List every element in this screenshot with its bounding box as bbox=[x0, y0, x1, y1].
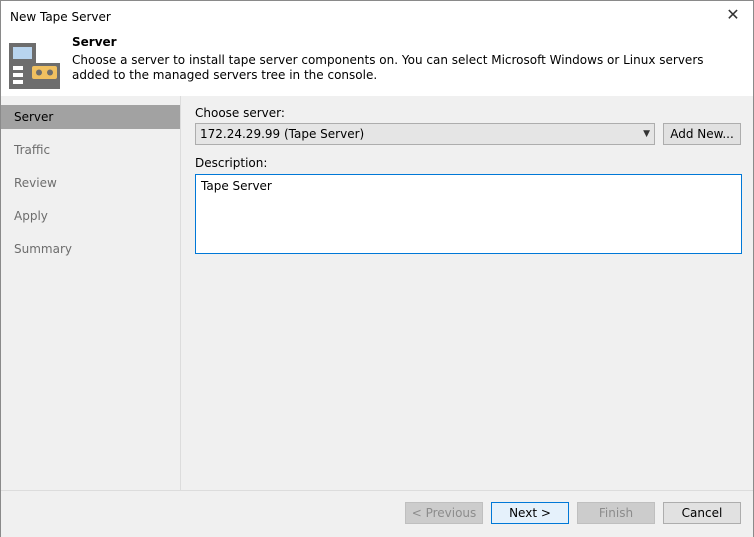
tape-server-icon bbox=[9, 43, 60, 89]
wizard-steps: Server Traffic Review Apply Summary bbox=[1, 96, 181, 490]
new-tape-server-dialog: New Tape Server ✕ Server Choose a server… bbox=[0, 0, 754, 537]
close-icon[interactable]: ✕ bbox=[723, 5, 743, 24]
step-summary[interactable]: Summary bbox=[1, 237, 180, 261]
header-description: Choose a server to install tape server c… bbox=[72, 53, 704, 82]
step-server[interactable]: Server bbox=[1, 105, 180, 129]
previous-button[interactable]: < Previous bbox=[405, 502, 483, 524]
step-review[interactable]: Review bbox=[1, 171, 180, 195]
step-traffic[interactable]: Traffic bbox=[1, 138, 180, 162]
chevron-down-icon: ▼ bbox=[643, 129, 650, 139]
header-title: Server bbox=[72, 35, 117, 49]
add-new-button[interactable]: Add New... bbox=[663, 123, 741, 145]
server-value: 172.24.29.99 (Tape Server) bbox=[200, 127, 365, 141]
server-select[interactable]: 172.24.29.99 (Tape Server) ▼ bbox=[195, 123, 655, 145]
description-textarea[interactable]: Tape Server bbox=[195, 174, 742, 254]
choose-server-label: Choose server: bbox=[195, 106, 285, 120]
next-button[interactable]: Next > bbox=[491, 502, 569, 524]
description-label: Description: bbox=[195, 156, 268, 170]
cancel-button[interactable]: Cancel bbox=[663, 502, 741, 524]
step-apply[interactable]: Apply bbox=[1, 204, 180, 228]
window-title: New Tape Server bbox=[10, 10, 111, 24]
finish-button[interactable]: Finish bbox=[577, 502, 655, 524]
